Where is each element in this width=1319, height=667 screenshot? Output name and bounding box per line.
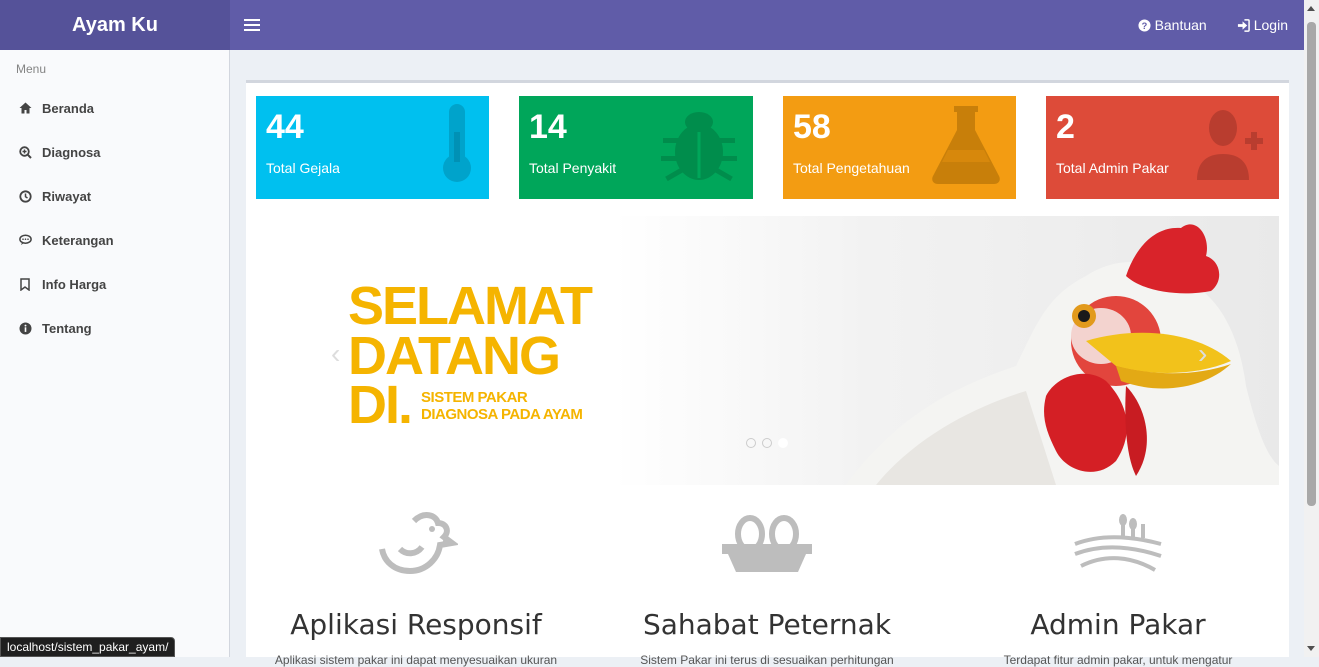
- welcome-carousel: SELAMAT DATANG DI. SISTEM PAKAR DIAGNOSA…: [256, 216, 1279, 485]
- welcome-line-3: DI.: [348, 375, 413, 436]
- menu-header: Menu: [16, 62, 47, 76]
- question-circle-icon: ?: [1138, 18, 1151, 32]
- history-icon: [18, 189, 32, 203]
- egg-tray-icon: [722, 515, 812, 572]
- main-content: 44 Total Gejala 14 Total Penyakit 58 Tot…: [246, 80, 1289, 667]
- carousel-prev-icon[interactable]: ‹: [331, 338, 340, 370]
- status-url-tooltip: localhost/sistem_pakar_ayam/: [0, 637, 176, 657]
- login-link[interactable]: Login: [1237, 17, 1288, 33]
- stat-box-admin[interactable]: 2 Total Admin Pakar: [1046, 96, 1279, 199]
- welcome-sub-2: DIAGNOSA PADA AYAM: [421, 405, 583, 423]
- info-icon: [18, 321, 32, 335]
- carousel-dot[interactable]: [746, 438, 756, 448]
- home-icon: [18, 101, 32, 115]
- help-link[interactable]: ? Bantuan: [1138, 17, 1207, 33]
- sidebar-item-riwayat[interactable]: Riwayat: [0, 174, 229, 218]
- sidebar-item-label: Diagnosa: [42, 144, 101, 160]
- bookmark-icon: [18, 277, 32, 291]
- app-logo[interactable]: Ayam Ku: [0, 0, 230, 50]
- welcome-line-1: SELAMAT: [348, 276, 593, 336]
- feature-desc: Sistem Pakar ini terus di sesuaikan perh…: [640, 653, 894, 667]
- feature-admin-pakar: Admin Pakar Terdapat fitur admin pakar, …: [948, 508, 1288, 667]
- feature-aplikasi-responsif: Aplikasi Responsif Aplikasi sistem pakar…: [246, 508, 586, 667]
- feature-desc: Terdapat fitur admin pakar, untuk mengat…: [1003, 653, 1233, 667]
- sidebar-item-label: Beranda: [42, 100, 95, 116]
- feature-title: Sahabat Peternak: [642, 608, 892, 641]
- sidebar-item-label: Info Harga: [42, 276, 107, 292]
- stat-label: Total Pengetahuan: [793, 160, 910, 176]
- feature-title: Admin Pakar: [1030, 608, 1206, 641]
- sidebar-item-keterangan[interactable]: Keterangan: [0, 218, 229, 262]
- top-navbar: Ayam Ku ? Bantuan Login: [0, 0, 1304, 50]
- bug-icon: [661, 112, 737, 182]
- sidebar-item-beranda[interactable]: Beranda: [0, 86, 229, 130]
- sidebar-item-tentang[interactable]: Tentang: [0, 306, 229, 350]
- sidebar-item-label: Riwayat: [42, 188, 92, 204]
- navbar-right: ? Bantuan Login: [1138, 0, 1288, 50]
- welcome-line-2: DATANG: [348, 325, 561, 386]
- sidebar: Menu Beranda Diagnosa Riwayat Keterangan…: [0, 50, 230, 657]
- search-plus-icon: [18, 145, 32, 159]
- farm-icon: [1074, 514, 1162, 572]
- feature-sahabat-peternak: Sahabat Peternak Sistem Pakar ini terus …: [597, 508, 937, 667]
- carousel-dot[interactable]: [762, 438, 772, 448]
- svg-text:?: ?: [1141, 20, 1147, 30]
- login-label: Login: [1253, 17, 1288, 33]
- stat-value: 58: [793, 108, 831, 146]
- stat-label: Total Gejala: [266, 160, 340, 176]
- help-label: Bantuan: [1154, 17, 1207, 33]
- stat-value: 2: [1056, 108, 1075, 146]
- stat-box-gejala[interactable]: 44 Total Gejala: [256, 96, 489, 199]
- scroll-down-icon[interactable]: [1307, 646, 1315, 651]
- sidebar-item-label: Tentang: [42, 320, 92, 336]
- sidebar-item-info-harga[interactable]: Info Harga: [0, 262, 229, 306]
- stat-value: 44: [266, 108, 304, 146]
- stat-label: Total Penyakit: [529, 160, 617, 176]
- feature-title: Aplikasi Responsif: [290, 608, 542, 641]
- sign-in-icon: [1237, 18, 1250, 32]
- carousel-next-icon[interactable]: ›: [1198, 338, 1207, 370]
- user-plus-icon: [1197, 110, 1263, 180]
- sidebar-toggle-icon[interactable]: [244, 16, 260, 34]
- welcome-banner-text: SELAMAT DATANG DI. SISTEM PAKAR DIAGNOSA…: [348, 276, 593, 436]
- sidebar-item-diagnosa[interactable]: Diagnosa: [0, 130, 229, 174]
- stat-box-pengetahuan[interactable]: 58 Total Pengetahuan: [783, 96, 1016, 199]
- chicken-icon: [379, 512, 458, 575]
- flask-icon: [932, 106, 1000, 184]
- carousel-indicators: [746, 438, 788, 448]
- sidebar-item-label: Keterangan: [42, 232, 114, 248]
- carousel-dot-active[interactable]: [778, 438, 788, 448]
- thermometer-icon: [443, 104, 471, 182]
- feature-desc: Aplikasi sistem pakar ini dapat menyesua…: [274, 653, 558, 667]
- comment-icon: [18, 233, 32, 247]
- scrollbar-thumb[interactable]: [1307, 22, 1316, 506]
- welcome-sub-1: SISTEM PAKAR: [421, 389, 528, 407]
- stat-box-penyakit[interactable]: 14 Total Penyakit: [519, 96, 753, 199]
- stat-label: Total Admin Pakar: [1056, 160, 1169, 176]
- scroll-up-icon[interactable]: [1307, 6, 1315, 11]
- page-scrollbar[interactable]: [1304, 0, 1319, 657]
- stat-value: 14: [529, 108, 567, 146]
